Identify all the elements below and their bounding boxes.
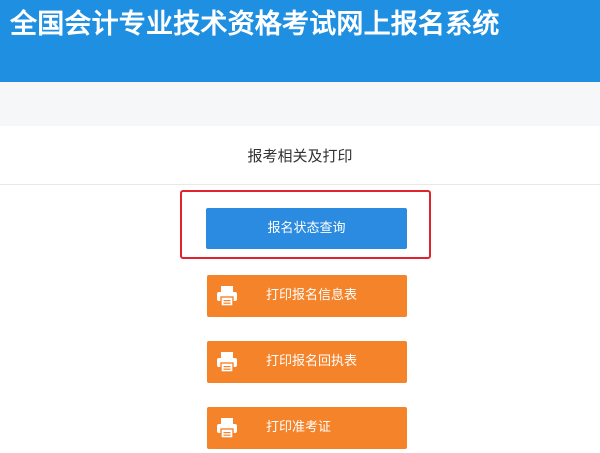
print-receipt-form-button[interactable]: 打印报名回执表 [207, 341, 407, 383]
subheader-band [0, 82, 600, 126]
print-admission-ticket-button[interactable]: 打印准考证 [207, 407, 407, 449]
print-admission-ticket-label: 打印准考证 [266, 420, 332, 435]
printer-icon [207, 341, 247, 383]
print-receipt-form-label: 打印报名回执表 [266, 354, 358, 369]
printer-icon [207, 407, 247, 449]
section-title: 报考相关及打印 [247, 147, 353, 165]
status-query-button[interactable]: 报名状态查询 [206, 208, 407, 249]
print-info-form-button[interactable]: 打印报名信息表 [207, 275, 407, 317]
print-info-form-label: 打印报名信息表 [266, 288, 358, 303]
section-divider [0, 184, 600, 185]
printer-icon [207, 275, 247, 317]
registration-page: 全国会计专业技术资格考试网上报名系统 报考相关及打印 报名状态查询 打印报名信息… [0, 0, 600, 453]
site-title: 全国会计专业技术资格考试网上报名系统 [10, 9, 500, 40]
header-banner: 全国会计专业技术资格考试网上报名系统 [0, 0, 600, 82]
